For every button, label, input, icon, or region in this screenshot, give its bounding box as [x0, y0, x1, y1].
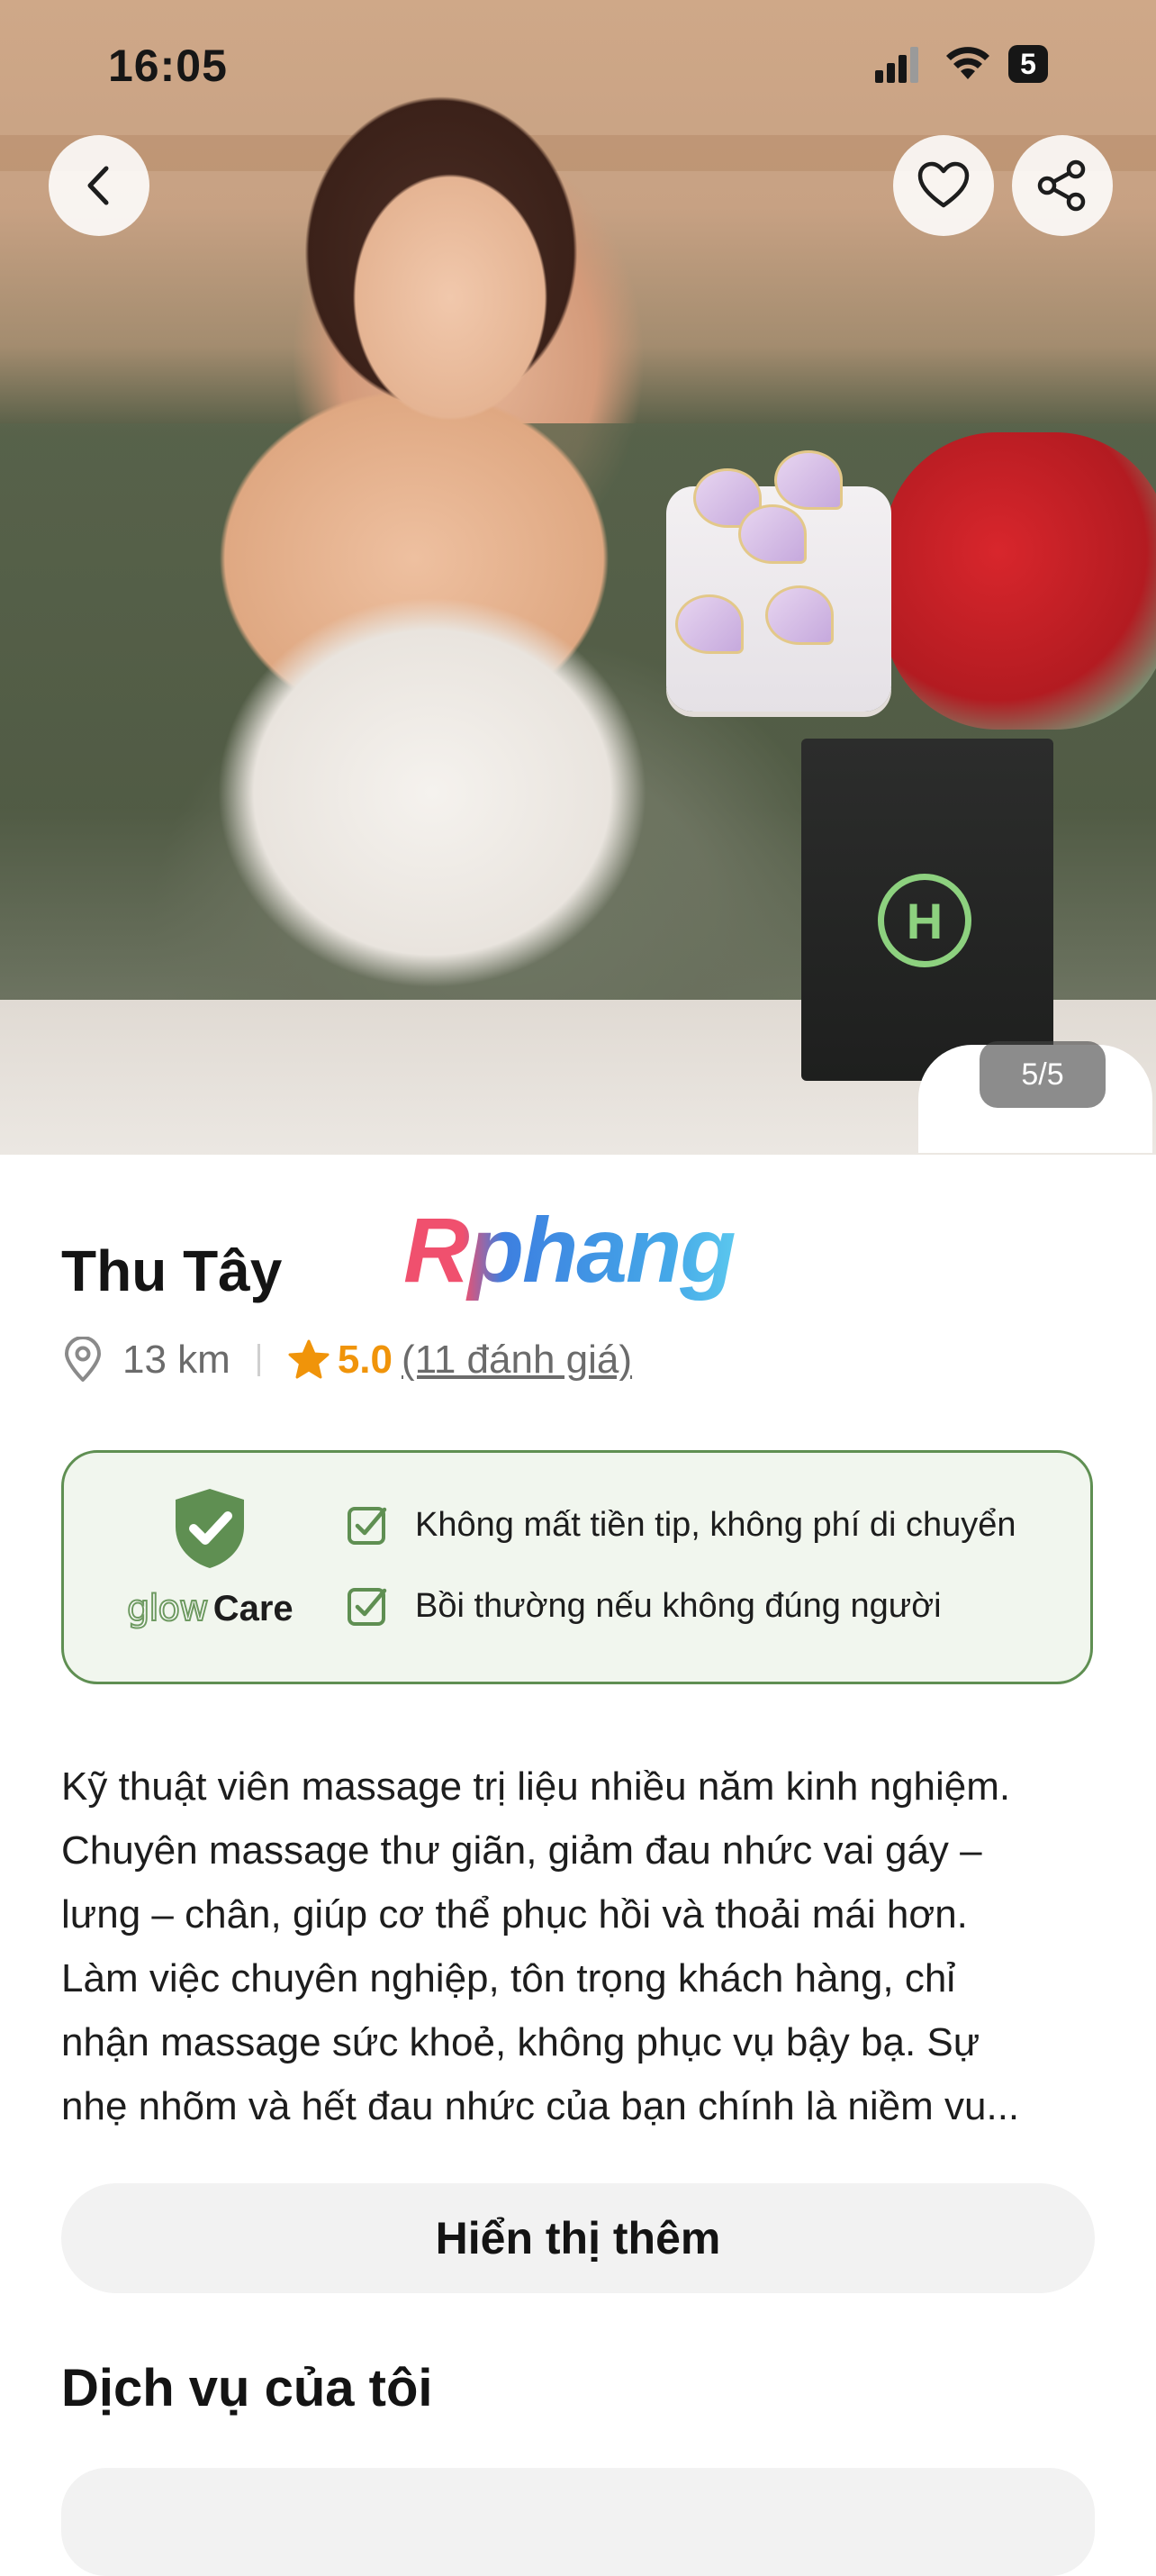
glow-care-logo-care: Care [212, 1589, 294, 1628]
back-icon [87, 166, 109, 205]
glow-care-card: glow Care Không mất tiền tip, không phí … [61, 1450, 1093, 1684]
watermark-logo: Rphang [403, 1199, 736, 1302]
rating-value: 5.0 [337, 1338, 393, 1382]
butterfly-decoration [774, 450, 843, 510]
description-line: Làm việc chuyên nghiệp, tôn trọng khách … [61, 1956, 956, 2000]
photo-cake [666, 450, 891, 712]
benefit-item: Không mất tiền tip, không phí di chuyển [347, 1498, 1016, 1552]
photo-gift-bag: H [801, 739, 1053, 1081]
provider-meta: 13 km 5.0 (11 đánh giá) [61, 1333, 632, 1387]
wifi-icon [946, 47, 989, 79]
checkbox-icon [348, 1507, 387, 1545]
heart-icon [917, 161, 970, 208]
description-line: Kỹ thuật viên massage trị liệu nhiều năm… [61, 1764, 1011, 1809]
description-line: nhẹ nhõm và hết đau nhức của bạn chính l… [61, 2084, 1020, 2128]
cellular-signal-icon [875, 47, 918, 83]
butterfly-decoration [765, 585, 834, 645]
distance-text: 13 km [122, 1338, 230, 1382]
location-pin-icon [65, 1337, 101, 1382]
favorite-button[interactable] [893, 135, 994, 236]
photo-counter: 5/5 [980, 1041, 1106, 1108]
provider-name: Thu Tây [61, 1238, 283, 1303]
share-icon [1037, 159, 1086, 212]
photo-person [108, 54, 756, 1045]
battery-indicator: 5 [1008, 45, 1048, 83]
star-icon [288, 1339, 330, 1379]
reviews-link[interactable]: (11 đánh giá) [402, 1338, 632, 1383]
benefit-item: Bồi thường nếu không đúng người [347, 1579, 942, 1633]
benefit-text: Không mất tiền tip, không phí di chuyển [415, 1505, 1016, 1544]
glow-care-logo-glow: glow [126, 1587, 210, 1630]
status-time: 16:05 [108, 41, 228, 91]
bag-logo: H [878, 874, 971, 967]
photo-flowers [882, 432, 1156, 730]
show-more-button[interactable]: Hiển thị thêm [61, 2183, 1095, 2293]
butterfly-decoration [675, 594, 744, 654]
back-button[interactable] [49, 135, 149, 236]
provider-description: Kỹ thuật viên massage trị liệu nhiều năm… [61, 1755, 1106, 2138]
benefit-text: Bồi thường nếu không đúng người [415, 1586, 942, 1625]
butterfly-decoration [738, 504, 807, 564]
checkbox-icon [348, 1588, 387, 1626]
description-line: nhận massage sức khoẻ, không phục vụ bậy… [61, 2020, 980, 2064]
share-button[interactable] [1012, 135, 1113, 236]
services-section-title: Dịch vụ của tôi [61, 2359, 433, 2417]
status-bar: 16:05 5 [0, 0, 1156, 126]
description-line: lưng – chân, giúp cơ thể phục hồi và tho… [61, 1892, 968, 1937]
description-line: Chuyên massage thư giãn, giảm đau nhức v… [61, 1828, 982, 1873]
glow-care-logo: glow Care [126, 1587, 294, 1630]
service-card[interactable] [61, 2468, 1095, 2576]
meta-divider [257, 1344, 260, 1376]
shield-check-icon [176, 1489, 244, 1568]
